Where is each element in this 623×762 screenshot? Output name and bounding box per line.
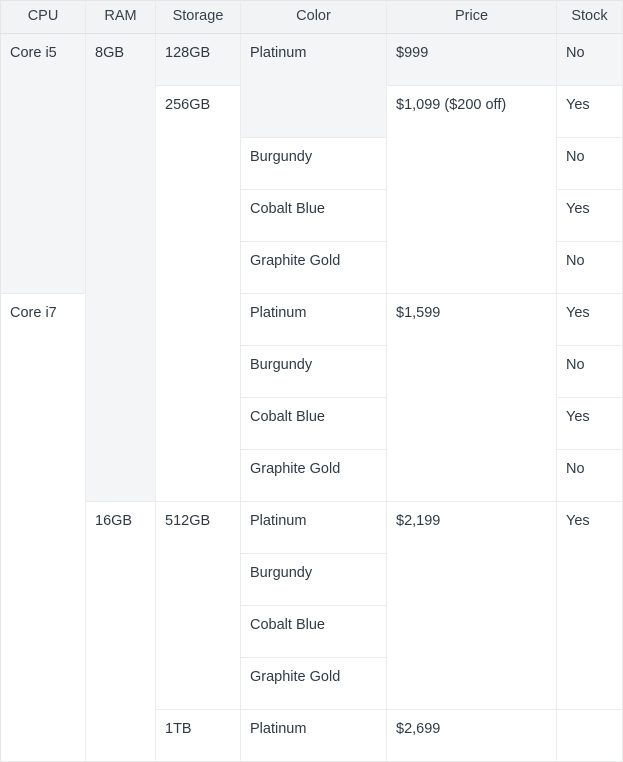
cell-price: $1,599 [386, 293, 557, 502]
column-header-stock[interactable]: Stock [556, 0, 623, 34]
cell-stock: No [556, 33, 623, 86]
cell-stock: No [556, 345, 623, 398]
cell-cpu: Core i7 [0, 293, 86, 762]
cell-price: $1,099 ($200 off) [386, 85, 557, 294]
cell-stock: No [556, 241, 623, 294]
cell-color: Platinum [240, 33, 387, 138]
cell-ram: 8GB [85, 33, 156, 502]
table-body: Core i5 8GB 128GB Platinum $999 No 256GB… [0, 33, 623, 762]
table-row: Core i5 8GB 128GB Platinum $999 No [0, 33, 623, 502]
table-header-row: CPU RAM Storage Color Price Stock [0, 0, 623, 34]
cell-color: Cobalt Blue [240, 605, 387, 658]
cell-stock: Yes [556, 85, 623, 138]
cell-cpu: Core i5 [0, 33, 86, 294]
cell-price: $2,699 [386, 709, 557, 762]
cell-color: Graphite Gold [240, 241, 387, 294]
cell-color: Platinum [240, 709, 387, 762]
cell-storage: 128GB [155, 33, 241, 86]
cell-storage: 512GB [155, 501, 241, 710]
cell-storage: 256GB [155, 85, 241, 502]
cell-stock: Yes [556, 397, 623, 450]
cell-color: Burgundy [240, 345, 387, 398]
column-header-color[interactable]: Color [240, 0, 387, 34]
cell-color: Burgundy [240, 553, 387, 606]
column-header-ram[interactable]: RAM [85, 0, 156, 34]
product-configuration-table: CPU RAM Storage Color Price Stock Core i… [0, 0, 623, 762]
column-header-price[interactable]: Price [386, 0, 557, 34]
cell-price: $999 [386, 33, 557, 86]
cell-stock: Yes [556, 293, 623, 346]
cell-color: Cobalt Blue [240, 397, 387, 450]
cell-color: Graphite Gold [240, 449, 387, 502]
cell-color: Cobalt Blue [240, 189, 387, 242]
cell-stock [556, 709, 623, 762]
table-header: CPU RAM Storage Color Price Stock [0, 0, 623, 34]
cell-stock: No [556, 449, 623, 502]
cell-color: Graphite Gold [240, 657, 387, 710]
column-header-storage[interactable]: Storage [155, 0, 241, 34]
cell-color: Platinum [240, 501, 387, 554]
cell-storage: 1TB [155, 709, 241, 762]
cell-price: $2,199 [386, 501, 557, 710]
cell-stock: Yes [556, 501, 623, 710]
cell-color: Burgundy [240, 137, 387, 190]
table-row: 16GB 512GB Platinum $2,199 Yes [1, 501, 623, 762]
cell-ram: 16GB [85, 501, 156, 762]
cell-stock: Yes [556, 189, 623, 242]
cell-stock: No [556, 137, 623, 190]
cell-color: Platinum [240, 293, 387, 346]
column-header-cpu[interactable]: CPU [0, 0, 86, 34]
